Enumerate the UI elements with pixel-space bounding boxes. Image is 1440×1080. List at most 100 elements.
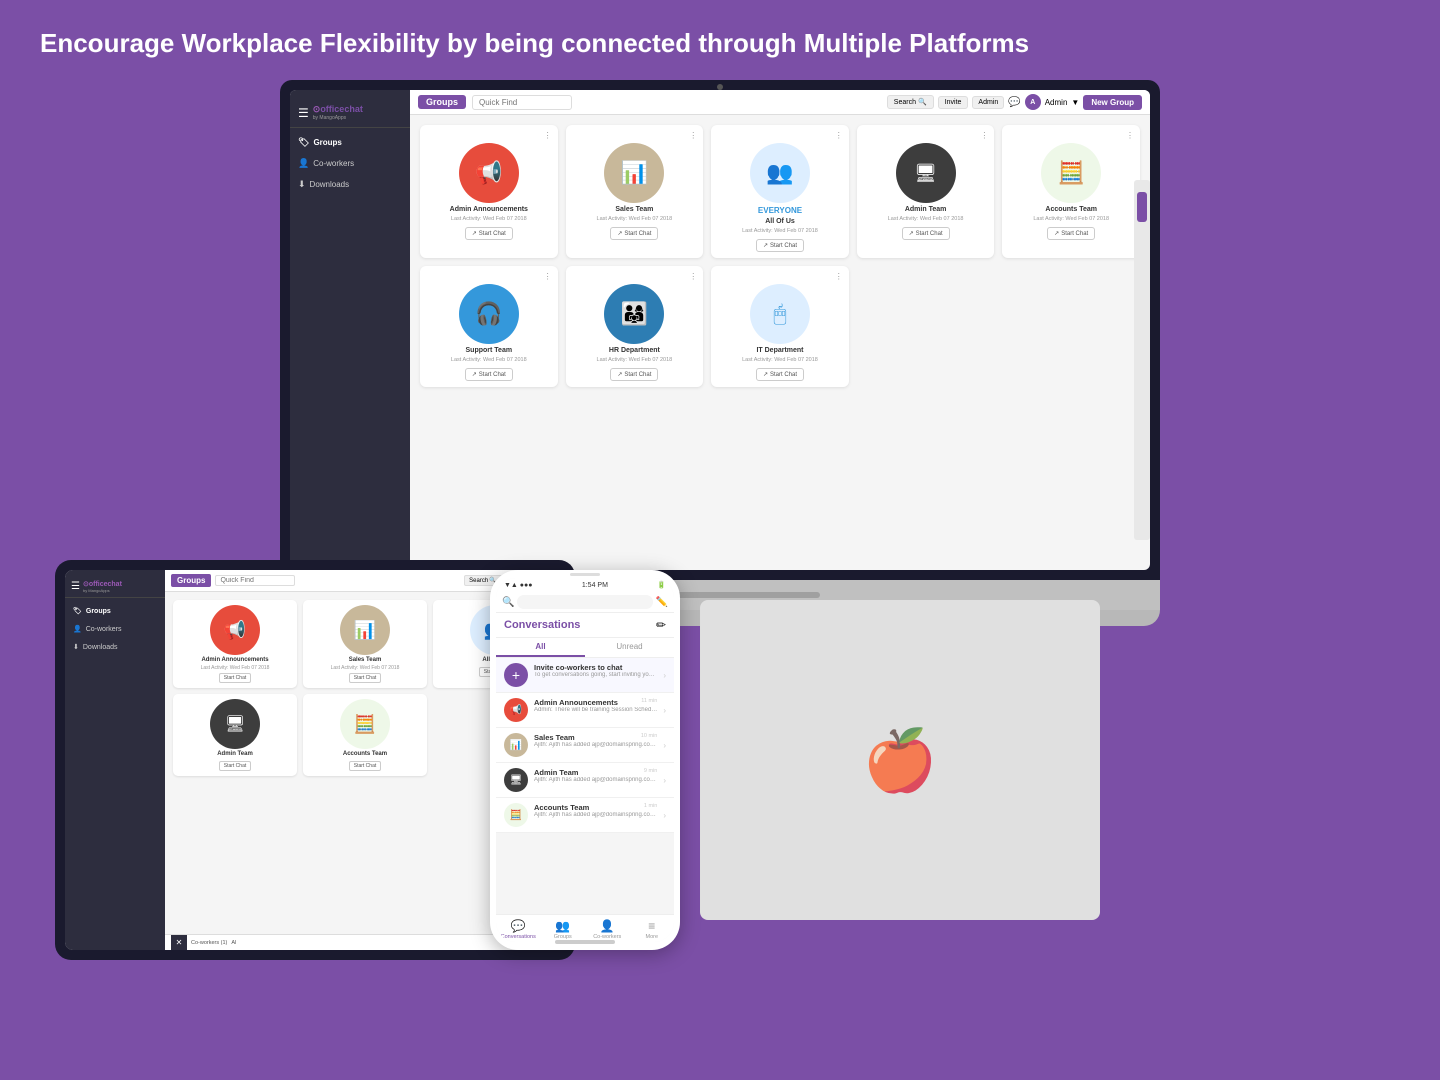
card-menu-support[interactable]: ⋮ xyxy=(426,272,552,281)
chat-icon[interactable]: 💬 xyxy=(1008,97,1020,108)
phone-conv-sales-header: Sales Team 10 min xyxy=(534,733,657,742)
card-menu-it[interactable]: ⋮ xyxy=(717,272,843,281)
phone-nav-conversations[interactable]: 💬 Conversations xyxy=(496,919,541,940)
group-card-support[interactable]: ⋮ 🎧 Support Team Last Activity: Wed Feb … xyxy=(420,266,558,387)
phone-conv-adminteam-arrow: › xyxy=(663,776,666,785)
tablet-group-card-accounts[interactable]: 🧮 Accounts Team Start Chat xyxy=(303,694,427,776)
start-chat-hr[interactable]: ↗ Start Chat xyxy=(610,368,658,381)
phone-nav-groups[interactable]: 👥 Groups xyxy=(541,919,586,940)
phone-conv-adminteam-time: 9 min xyxy=(644,768,657,777)
new-group-button[interactable]: New Group xyxy=(1083,95,1142,110)
phone-tabs: All Unread xyxy=(496,638,674,658)
tablet-start-chat-adminteam[interactable]: Start Chat xyxy=(219,761,252,771)
admin-badge[interactable]: Admin xyxy=(972,96,1004,109)
phone-status-bar: ▼▲ ●●● 1:54 PM 🔋 xyxy=(496,578,674,592)
desktop-topbar: Groups Search 🔍 Invite Admin 💬 xyxy=(410,90,1150,115)
card-menu-admin[interactable]: ⋮ xyxy=(426,131,552,140)
group-card-accounts[interactable]: ⋮ 🧮 Accounts Team Last Activity: Wed Feb… xyxy=(1002,125,1140,258)
tablet-start-chat-sales[interactable]: Start Chat xyxy=(349,673,382,683)
chat-start-icon-accounts: ↗ xyxy=(1054,230,1059,237)
start-chat-adminteam[interactable]: ↗ Start Chat xyxy=(902,227,950,240)
phone-home-indicator[interactable] xyxy=(555,940,615,944)
tablet-hamburger-icon[interactable]: ☰ xyxy=(71,581,80,592)
tablet-sidebar-downloads[interactable]: ⬇ Downloads xyxy=(65,638,165,656)
start-chat-support[interactable]: ↗ Start Chat xyxy=(465,368,513,381)
phone-conv-adminteam-avatar: 🖥 xyxy=(504,768,528,792)
hamburger-icon[interactable]: ☰ xyxy=(298,106,309,120)
phone-conv-adminteam-msg: Ajith: Ajith has added ajp@domainspring.… xyxy=(534,777,657,783)
start-chat-allofus[interactable]: ↗ Start Chat xyxy=(756,239,804,252)
quickfind-input[interactable] xyxy=(472,95,572,110)
phone-tab-all[interactable]: All xyxy=(496,638,585,657)
sidebar-item-downloads[interactable]: ⬇ Downloads xyxy=(290,174,410,195)
chat-start-icon-allofus: ↗ xyxy=(763,242,768,249)
phone-conv-admin-header: Admin Announcements 11 min xyxy=(534,698,657,707)
tablet-sidebar-coworkers[interactable]: 👤 Co-workers xyxy=(65,620,165,638)
group-icon-adminteam: 🖥 xyxy=(896,143,956,203)
phone-conv-invite[interactable]: + Invite co-workers to chat To get conve… xyxy=(496,658,674,693)
phone-signal-icon: ▼▲ ●●● xyxy=(504,582,533,589)
phone-tab-unread[interactable]: Unread xyxy=(585,638,674,657)
start-chat-it[interactable]: ↗ Start Chat xyxy=(756,368,804,381)
groups-tab[interactable]: Groups xyxy=(418,95,466,109)
card-menu-hr[interactable]: ⋮ xyxy=(572,272,698,281)
tablet-start-chat-accounts[interactable]: Start Chat xyxy=(349,761,382,771)
group-name-support: Support Team xyxy=(466,347,513,354)
groups-nav-label: Groups xyxy=(313,138,341,147)
group-card-adminteam[interactable]: ⋮ 🖥 Admin Team Last Activity: Wed Feb 07… xyxy=(857,125,995,258)
group-card-sales[interactable]: ⋮ 📊 Sales Team Last Activity: Wed Feb 07… xyxy=(566,125,704,258)
phone-time: 1:54 PM xyxy=(582,582,608,589)
group-card-allofus[interactable]: ⋮ 👥 EVERYONE All Of Us Last Activity: We… xyxy=(711,125,849,258)
tablet-group-card-admin[interactable]: 📢 Admin Announcements Last Activity: Wed… xyxy=(173,600,297,688)
phone-nav-more[interactable]: ≡ More xyxy=(630,919,675,940)
phone-screen: ▼▲ ●●● 1:54 PM 🔋 🔍 ✏️ Conversations ✏ Al… xyxy=(496,578,674,942)
phone-conv-admin-announce[interactable]: 📢 Admin Announcements 11 min Admin: Ther… xyxy=(496,693,674,728)
tablet-group-card-sales[interactable]: 📊 Sales Team Last Activity: Wed Feb 07 2… xyxy=(303,600,427,688)
tablet-sidebar-groups[interactable]: 🏷 Groups xyxy=(65,602,165,620)
phone-conv-sales[interactable]: 📊 Sales Team 10 min Ajith: Ajith has add… xyxy=(496,728,674,763)
phone-conv-accounts-time: 1 min xyxy=(644,803,657,812)
tablet-logo-text: ⊙officechat xyxy=(83,580,122,588)
tablet-group-name-admin: Admin Announcements xyxy=(201,657,268,663)
phone-search-bar: 🔍 ✏️ xyxy=(496,592,674,613)
card-menu-accounts[interactable]: ⋮ xyxy=(1008,131,1134,140)
monitor-scrollbar[interactable] xyxy=(1134,180,1150,540)
desktop-sidebar: ☰ ⊙officechat by MangoApps 🏷 Groups xyxy=(290,90,410,570)
card-menu-sales[interactable]: ⋮ xyxy=(572,131,698,140)
tablet-quickfind-input[interactable] xyxy=(215,575,295,586)
card-menu-allofus[interactable]: ⋮ xyxy=(717,131,843,140)
phone-speaker xyxy=(570,573,600,576)
phone-nav-conversations-label: Conversations xyxy=(501,934,536,940)
start-chat-sales[interactable]: ↗ Start Chat xyxy=(610,227,658,240)
sidebar-item-coworkers[interactable]: 👤 Co-workers xyxy=(290,153,410,174)
tablet-groups-tab[interactable]: Groups xyxy=(171,574,211,587)
search-button[interactable]: Search 🔍 xyxy=(887,95,934,109)
card-menu-adminteam[interactable]: ⋮ xyxy=(863,131,989,140)
everyone-label: EVERYONE xyxy=(758,206,802,215)
tablet-group-card-adminteam[interactable]: 🖥 Admin Team Start Chat xyxy=(173,694,297,776)
group-card-it[interactable]: ⋮ 🖱 IT Department Last Activity: Wed Feb… xyxy=(711,266,849,387)
start-chat-admin[interactable]: ↗ Start Chat xyxy=(465,227,513,240)
tablet-coworkers-tab-label[interactable]: Co-workers (1) xyxy=(191,940,227,946)
phone-edit-icon[interactable]: ✏️ xyxy=(656,597,668,608)
group-icon-admin-announcements: 📢 xyxy=(459,143,519,203)
phone-conv-accounts[interactable]: 🧮 Accounts Team 1 min Ajith: Ajith has a… xyxy=(496,798,674,833)
group-name-admin-announcements: Admin Announcements xyxy=(450,206,528,213)
phone-conv-adminteam[interactable]: 🖥 Admin Team 9 min Ajith: Ajith has adde… xyxy=(496,763,674,798)
phone-new-chat-icon[interactable]: ✏ xyxy=(656,618,666,632)
invite-button[interactable]: Invite xyxy=(938,96,969,109)
group-card-hr[interactable]: ⋮ 👨‍👩‍👧 HR Department Last Activity: Wed… xyxy=(566,266,704,387)
tablet-alt-tab-label[interactable]: Al xyxy=(231,940,236,946)
tablet-group-icon-accounts: 🧮 xyxy=(340,699,390,749)
phone-nav-coworkers[interactable]: 👤 Co-workers xyxy=(585,919,630,940)
scrollbar-thumb xyxy=(1137,192,1147,222)
sidebar-item-groups[interactable]: 🏷 Groups xyxy=(290,132,410,153)
phone-search-input[interactable] xyxy=(517,595,652,609)
group-name-allofus: All Of Us xyxy=(765,218,795,225)
tablet-start-chat-admin[interactable]: Start Chat xyxy=(219,673,252,683)
chevron-down-icon[interactable]: ▼ xyxy=(1071,98,1079,107)
tablet-close-icon[interactable]: ✕ xyxy=(171,935,187,951)
start-chat-accounts[interactable]: ↗ Start Chat xyxy=(1047,227,1095,240)
group-card-admin-announcements[interactable]: ⋮ 📢 Admin Announcements Last Activity: W… xyxy=(420,125,558,258)
smartphone-device: ▼▲ ●●● 1:54 PM 🔋 🔍 ✏️ Conversations ✏ Al… xyxy=(490,570,680,950)
